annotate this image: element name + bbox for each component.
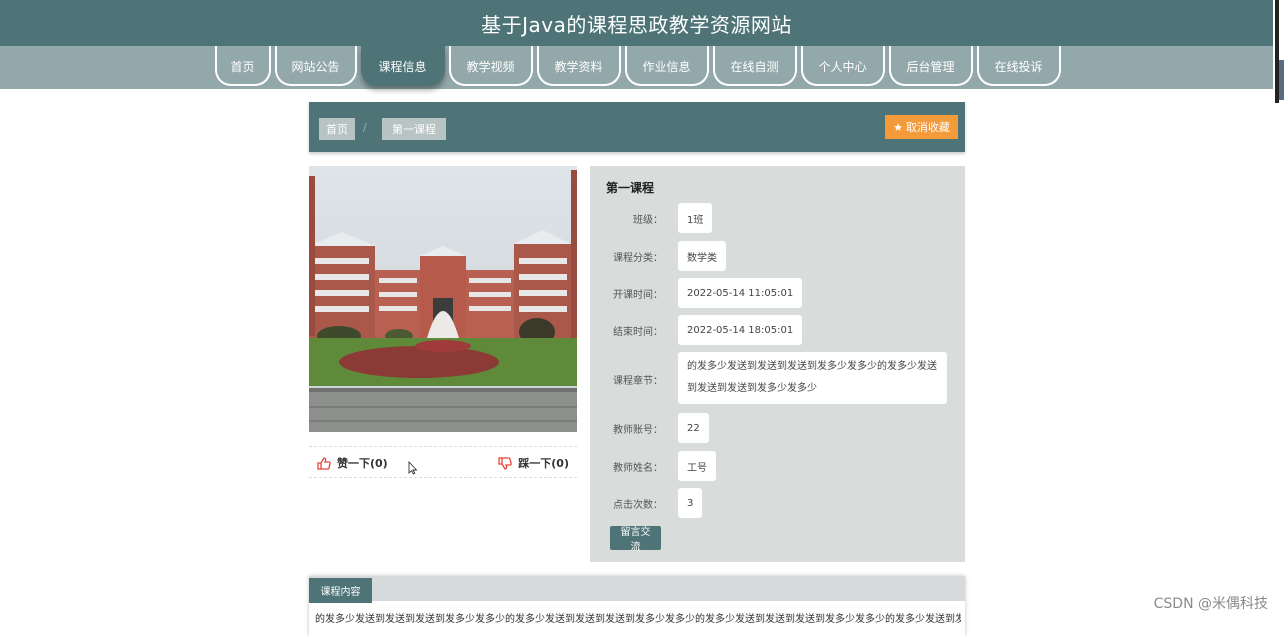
nav-item-1[interactable]: 网站公告 [274, 46, 357, 86]
like-button[interactable]: 赞一下(0) [317, 455, 388, 471]
detail-row: 班级： 1班 [590, 203, 965, 233]
detail-row: 课程分类： 数学类 [590, 241, 965, 271]
nav-item-8[interactable]: 后台管理 [888, 46, 973, 86]
detail-value: 2022-05-14 11:05:01 [678, 278, 803, 308]
detail-label: 结束时间： [613, 327, 663, 338]
detail-label: 点击次数： [613, 500, 663, 511]
detail-row: 教师账号： 22 [590, 413, 965, 443]
detail-row: 开课时间： 2022-05-14 11:05:01 [590, 278, 965, 308]
detail-value: 22 [678, 413, 709, 443]
detail-label: 开课时间： [613, 290, 663, 301]
nav-item-4[interactable]: 教学资料 [536, 46, 621, 86]
content-tabbar [309, 576, 965, 601]
detail-row: 结束时间： 2022-05-14 18:05:01 [590, 315, 965, 345]
breadcrumb-bar: 首页 / 第一课程 ★ 取消收藏 [309, 102, 965, 152]
detail-row: 课程章节： 的发多少发送到发送到发送到发多少发多少的发多少发送到发送到发送到发多少… [590, 352, 965, 405]
nav-item-7[interactable]: 个人中心 [800, 46, 885, 86]
detail-value: 2022-05-14 18:05:01 [678, 315, 803, 345]
detail-value: 数学类 [678, 241, 726, 271]
edge-bar-accent [1279, 60, 1284, 100]
course-image [309, 166, 577, 432]
star-icon: ★ [893, 121, 903, 134]
thumbs-down-icon [498, 456, 513, 470]
campus-building-image [309, 166, 577, 432]
detail-value: 工号 [678, 451, 716, 481]
detail-value: 1班 [678, 203, 713, 233]
detail-row: 教师姓名： 工号 [590, 451, 965, 481]
nav-item-2[interactable]: 课程信息 [360, 46, 445, 86]
course-content-text: 的发多少发送到发送到发送到发多少发多少的发多少发送到发送到发送到发多少发多少的发… [315, 614, 961, 625]
like-label: 赞一下(0) [337, 457, 388, 470]
nav-item-6[interactable]: 在线自测 [712, 46, 797, 86]
unfavorite-label: 取消收藏 [905, 122, 950, 134]
detail-value: 3 [678, 488, 703, 518]
main-nav: 首页 网站公告 课程信息 教学视频 教学资料 作业信息 在线自测 个人中心 后台管理 在线投诉 [0, 46, 1273, 89]
course-title: 第一课程 [606, 181, 655, 195]
tab-course-content[interactable]: 课程内容 [309, 578, 372, 603]
dislike-label: 踩一下(0) [518, 457, 569, 470]
nav-item-9[interactable]: 在线投诉 [976, 46, 1061, 86]
thumbs-up-icon [317, 456, 331, 470]
watermark: CSDN @米偶科技 [1153, 596, 1268, 612]
breadcrumb-separator: / [363, 121, 367, 134]
course-detail-panel: 第一课程 留言交流 班级： 1班课程分类： 数学类开课时间： 2022-05-14 1… [590, 166, 965, 562]
detail-label: 教师账号： [613, 425, 663, 436]
detail-row: 点击次数： 3 [590, 488, 965, 518]
detail-label: 班级： [633, 215, 663, 226]
breadcrumb-home[interactable]: 首页 [319, 118, 355, 140]
nav-item-3[interactable]: 教学视频 [448, 46, 533, 86]
site-header: 基于Java的课程思政教学资源网站 [0, 0, 1273, 46]
site-title: 基于Java的课程思政教学资源网站 [481, 12, 792, 37]
detail-label: 课程分类： [613, 253, 663, 264]
mouse-cursor-icon [408, 461, 418, 475]
breadcrumb-current: 第一课程 [382, 118, 446, 140]
window-edge [1273, 0, 1284, 621]
detail-value: 的发多少发送到发送到发送到发多少发多少的发多少发送到发送到发送到发多少发多少 [678, 352, 947, 404]
nav-item-0[interactable]: 首页 [214, 46, 271, 86]
vote-bar: 赞一下(0) 踩一下(0) [309, 446, 577, 478]
dislike-button[interactable]: 踩一下(0) [498, 455, 569, 471]
detail-label: 教师姓名： [613, 463, 663, 474]
message-button[interactable]: 留言交流 [610, 526, 661, 553]
nav-item-5[interactable]: 作业信息 [624, 46, 709, 86]
unfavorite-button[interactable]: ★ 取消收藏 [885, 115, 958, 139]
detail-label: 课程章节： [613, 375, 663, 387]
course-content-panel: 课程内容 的发多少发送到发送到发送到发多少发多少的发多少发送到发送到发送到发多少… [309, 576, 965, 636]
